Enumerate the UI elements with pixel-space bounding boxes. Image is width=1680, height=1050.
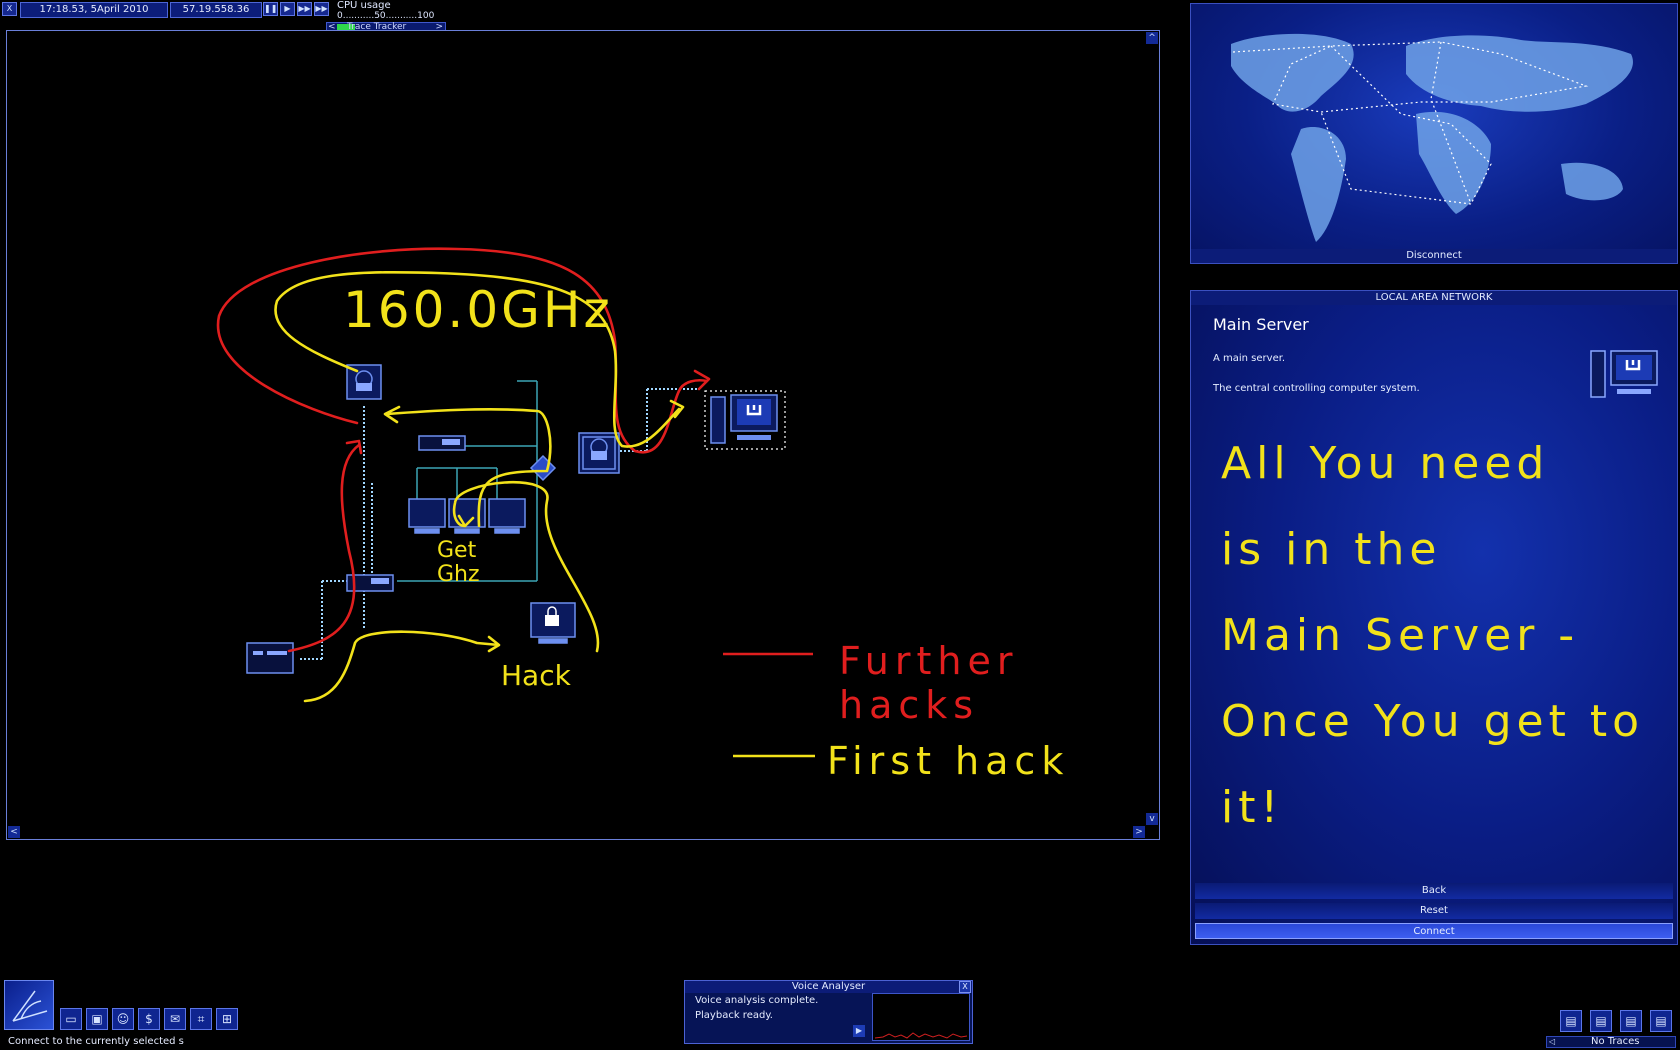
traces-label: No Traces xyxy=(1591,1036,1640,1047)
fast-button[interactable]: ▶▶ xyxy=(297,2,312,16)
legend-further-hacks: Further hacks xyxy=(839,639,1019,727)
voice-analyser-close-button[interactable]: X xyxy=(959,981,971,993)
computer-icon: ▭ xyxy=(65,1012,77,1026)
email-button[interactable]: ✉ xyxy=(164,1008,186,1030)
play-icon: ▶ xyxy=(855,1026,863,1035)
satellite-dish-icon xyxy=(12,990,48,1022)
memory-button[interactable]: ▣ xyxy=(86,1008,108,1030)
computer-button[interactable]: ▭ xyxy=(60,1008,82,1030)
ghz-annotation-small: Ghz xyxy=(437,562,480,587)
main-menu-button[interactable] xyxy=(4,980,54,1030)
world-map xyxy=(1231,33,1633,242)
playback-button[interactable]: ▶ xyxy=(853,1025,865,1037)
network-icon: ⌗ xyxy=(197,1012,205,1026)
lan-panel: LOCAL AREA NETWORK Main Server A main se… xyxy=(1190,290,1678,945)
lan-node-desc1: A main server. xyxy=(1213,353,1286,364)
cpu-usage-scale: 0...........50...........100 xyxy=(337,11,435,21)
note-line-1: All You need xyxy=(1221,438,1550,489)
firewall-node xyxy=(578,432,620,474)
network-map-view[interactable]: ^ v < > 160.0GHz Get Ghz Hack Further ha… xyxy=(6,30,1160,840)
waveform-graph xyxy=(874,1032,968,1039)
document-icon: ▤ xyxy=(1625,1014,1637,1028)
network-button[interactable]: ⌗ xyxy=(190,1008,212,1030)
dollar-icon: $ xyxy=(145,1012,153,1026)
continents xyxy=(1231,33,1633,242)
note-line-3: Main Server - xyxy=(1221,610,1580,661)
floppy-disk-icon: ▣ xyxy=(91,1012,103,1026)
locked-computer-node xyxy=(530,602,576,644)
world-map-panel[interactable]: Disconnect xyxy=(1190,3,1678,264)
note-line-4: Once You get to xyxy=(1221,696,1645,747)
gateway-button[interactable]: ⊞ xyxy=(216,1008,238,1030)
get-annotation: Get xyxy=(437,538,477,563)
ghz-annotation: 160.0GHz xyxy=(343,281,613,339)
voice-status-line2: Playback ready. xyxy=(695,1010,773,1021)
handwritten-note: All You need is in the Main Server - Onc… xyxy=(1221,421,1661,851)
status-button[interactable]: ☺ xyxy=(112,1008,134,1030)
date-time-display: 17:18.53, 5April 2010 xyxy=(20,2,168,18)
lan-node-desc2: The central controlling computer system. xyxy=(1213,383,1420,394)
hack-annotation: Hack xyxy=(501,659,571,692)
disconnect-button[interactable]: Disconnect xyxy=(1191,249,1677,263)
voice-analyser-title: Voice Analyser xyxy=(685,981,972,993)
close-button[interactable]: X xyxy=(2,2,17,16)
reset-button[interactable]: Reset xyxy=(1195,903,1673,919)
legend-first-hack: First hack xyxy=(827,739,1070,783)
lan-node-title: Main Server xyxy=(1213,315,1309,334)
pause-button[interactable]: ❚❚ xyxy=(263,2,278,16)
switch-node xyxy=(418,435,466,451)
hardware-slot-2[interactable]: ▤ xyxy=(1590,1010,1612,1032)
gateway-icon: ⊞ xyxy=(221,1012,233,1026)
workstation-nodes xyxy=(408,498,526,534)
connect-button[interactable]: Connect xyxy=(1195,923,1673,939)
waveform-display xyxy=(872,993,970,1041)
main-server-node xyxy=(704,390,786,450)
trace-status-bar: ◁ No Traces xyxy=(1546,1036,1676,1048)
speaker-icon[interactable]: ◁ xyxy=(1549,1037,1555,1046)
hardware-slot-3[interactable]: ▤ xyxy=(1620,1010,1642,1032)
finance-button[interactable]: $ xyxy=(138,1008,160,1030)
note-line-5: it! xyxy=(1221,782,1284,833)
person-icon: ☺ xyxy=(116,1012,130,1026)
diamond-node xyxy=(529,454,557,482)
gateway-node xyxy=(246,642,294,674)
hardware-slot-4[interactable]: ▤ xyxy=(1650,1010,1672,1032)
mail-icon: ✉ xyxy=(169,1012,181,1026)
hardware-slot-1[interactable]: ▤ xyxy=(1560,1010,1582,1032)
note-line-2: is in the xyxy=(1221,524,1442,575)
main-server-icon xyxy=(1590,350,1658,398)
fastest-button[interactable]: ▶▶ xyxy=(314,2,329,16)
play-button[interactable]: ▶ xyxy=(280,2,295,16)
voice-analyser-window: Voice Analyser X Voice analysis complete… xyxy=(684,980,973,1044)
back-button[interactable]: Back xyxy=(1195,883,1673,899)
lan-header: LOCAL AREA NETWORK xyxy=(1191,291,1677,305)
document-icon: ▤ xyxy=(1655,1014,1667,1028)
speed-time-display: 57.19.558.36 xyxy=(170,2,262,18)
voice-status-line1: Voice analysis complete. xyxy=(695,995,819,1006)
document-icon: ▤ xyxy=(1595,1014,1607,1028)
cpu-usage-label: CPU usage xyxy=(337,0,391,11)
status-bar-text: Connect to the currently selected s xyxy=(8,1036,184,1047)
document-icon: ▤ xyxy=(1565,1014,1577,1028)
